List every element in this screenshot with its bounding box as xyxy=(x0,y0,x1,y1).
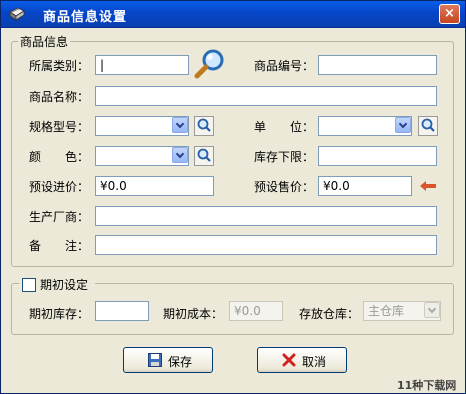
opening-cost-label: 期初成本： xyxy=(163,307,224,321)
unit-dropdown-button[interactable] xyxy=(395,117,411,133)
category-input[interactable]: | xyxy=(95,55,189,75)
remark-input[interactable] xyxy=(95,235,437,255)
color-label: 颜 色： xyxy=(29,150,90,164)
product-info-legend: 商品信息 xyxy=(18,33,71,50)
save-button[interactable]: 保存 xyxy=(123,347,213,373)
opening-stock-input[interactable] xyxy=(95,301,149,321)
save-button-label: 保存 xyxy=(168,355,193,369)
close-icon: × xyxy=(444,6,455,21)
manufacturer-input[interactable] xyxy=(95,206,437,226)
spec-label: 规格型号： xyxy=(29,120,90,134)
warehouse-label: 存放仓库： xyxy=(299,307,360,321)
stock-min-label: 库存下限： xyxy=(254,150,315,164)
preset-buy-label: 预设进价： xyxy=(29,180,90,194)
category-label: 所属类别： xyxy=(29,59,90,73)
floppy-disk-icon xyxy=(148,353,162,367)
unit-label: 单 位： xyxy=(254,120,315,134)
opening-legend[interactable]: 期初设定 xyxy=(38,276,91,293)
app-book-icon xyxy=(9,7,25,21)
code-label: 商品编号： xyxy=(254,59,315,73)
opening-cost-input[interactable]: ¥0.0 xyxy=(229,301,283,321)
arrow-left-icon xyxy=(420,181,436,191)
opening-stock-label: 期初库存： xyxy=(29,307,90,321)
watermark-text: 11种下载网 xyxy=(397,379,457,392)
name-input[interactable] xyxy=(95,86,437,106)
preset-sell-label: 预设售价： xyxy=(254,180,315,194)
title-bar[interactable]: 商品信息设置 × xyxy=(1,1,465,28)
preset-buy-input[interactable]: ¥0.0 xyxy=(95,176,214,196)
dialog-window: 商品信息设置 × 商品信息 所属类别： | 商品编号： 商品名称： 规格型号： … xyxy=(0,0,466,394)
close-button[interactable]: × xyxy=(439,4,460,24)
color-dropdown-button[interactable] xyxy=(172,147,188,163)
name-label: 商品名称： xyxy=(29,90,90,104)
spec-search-icon[interactable] xyxy=(194,116,214,136)
stock-min-input[interactable] xyxy=(318,146,437,166)
color-search-icon[interactable] xyxy=(194,146,214,166)
warehouse-dropdown-button[interactable] xyxy=(424,302,440,318)
cancel-button[interactable]: 取消 xyxy=(257,347,347,373)
opening-checkbox[interactable] xyxy=(22,278,36,292)
spec-dropdown-button[interactable] xyxy=(172,117,188,133)
cancel-x-icon xyxy=(282,353,296,367)
preset-sell-input[interactable]: ¥0.0 xyxy=(318,176,412,196)
cancel-button-label: 取消 xyxy=(302,355,327,369)
manufacturer-label: 生产厂商： xyxy=(29,210,90,224)
remark-label: 备 注： xyxy=(29,239,90,253)
unit-search-icon[interactable] xyxy=(418,116,438,136)
window-title: 商品信息设置 xyxy=(43,10,128,25)
magnifier-search-icon[interactable] xyxy=(194,48,226,80)
code-input[interactable] xyxy=(318,55,437,75)
